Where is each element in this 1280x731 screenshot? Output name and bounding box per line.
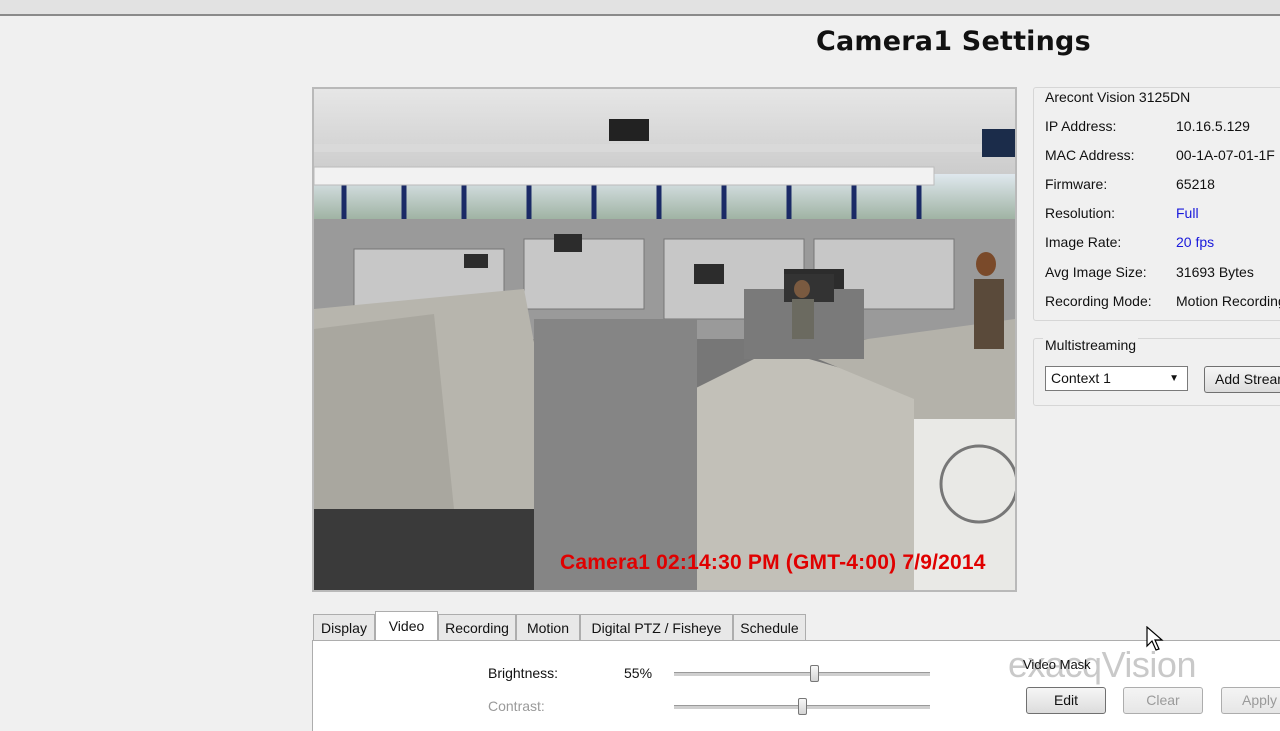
- window-top-bar: [0, 0, 1280, 16]
- brightness-slider-track[interactable]: [674, 672, 930, 676]
- avg-image-size-label: Avg Image Size:: [1045, 264, 1147, 280]
- camera-model-label: Arecont Vision 3125DN: [1043, 89, 1193, 105]
- add-stream-button[interactable]: Add Stream: [1204, 366, 1280, 393]
- mac-address-value: 00-1A-07-01-1F: [1176, 147, 1275, 163]
- brightness-value: 55%: [624, 665, 653, 681]
- avg-image-size-value: 31693 Bytes: [1176, 264, 1254, 280]
- image-rate-link[interactable]: 20 fps: [1176, 234, 1214, 250]
- mac-address-label: MAC Address:: [1045, 147, 1135, 163]
- tab-schedule[interactable]: Schedule: [733, 614, 806, 640]
- contrast-slider-thumb[interactable]: [797, 698, 807, 715]
- ip-address-value: 10.16.5.129: [1176, 118, 1250, 134]
- firmware-label: Firmware:: [1045, 176, 1108, 192]
- tab-motion[interactable]: Motion: [516, 614, 580, 640]
- mouse-cursor-icon: [1146, 626, 1164, 651]
- tab-recording[interactable]: Recording: [438, 614, 516, 640]
- brightness-slider-thumb[interactable]: [810, 665, 820, 682]
- camera-video-feed[interactable]: Camera1 02:14:30 PM (GMT-4:00) 7/9/2014: [312, 87, 1017, 592]
- tab-display[interactable]: Display: [313, 614, 375, 640]
- resolution-link[interactable]: Full: [1176, 205, 1199, 221]
- camera-scene-image: [314, 89, 1015, 590]
- resolution-label: Resolution:: [1045, 205, 1116, 221]
- context-select[interactable]: Context 1 ▼: [1045, 366, 1188, 391]
- dropdown-arrow-icon: ▼: [1169, 373, 1179, 384]
- context-select-value: Context 1: [1051, 370, 1111, 386]
- video-mask-apply-button[interactable]: Apply: [1221, 687, 1280, 714]
- ip-address-label: IP Address:: [1045, 118, 1117, 134]
- video-mask-edit-button[interactable]: Edit: [1026, 687, 1106, 714]
- recording-mode-label: Recording Mode:: [1045, 293, 1152, 309]
- tab-digital-ptz-fisheye[interactable]: Digital PTZ / Fisheye: [580, 614, 733, 640]
- recording-mode-value: Motion Recording: [1176, 293, 1280, 309]
- contrast-label: Contrast:: [488, 698, 545, 714]
- multistreaming-label: Multistreaming: [1043, 337, 1139, 353]
- page-title: Camera1 Settings: [816, 26, 1091, 57]
- brightness-label: Brightness:: [488, 665, 559, 681]
- video-mask-label: Video Mask: [1023, 657, 1091, 672]
- image-rate-label: Image Rate:: [1045, 234, 1122, 250]
- video-mask-clear-button[interactable]: Clear: [1123, 687, 1203, 714]
- tab-video[interactable]: Video: [375, 611, 438, 641]
- video-osd-timestamp: Camera1 02:14:30 PM (GMT-4:00) 7/9/2014: [560, 551, 986, 574]
- firmware-value: 65218: [1176, 176, 1215, 192]
